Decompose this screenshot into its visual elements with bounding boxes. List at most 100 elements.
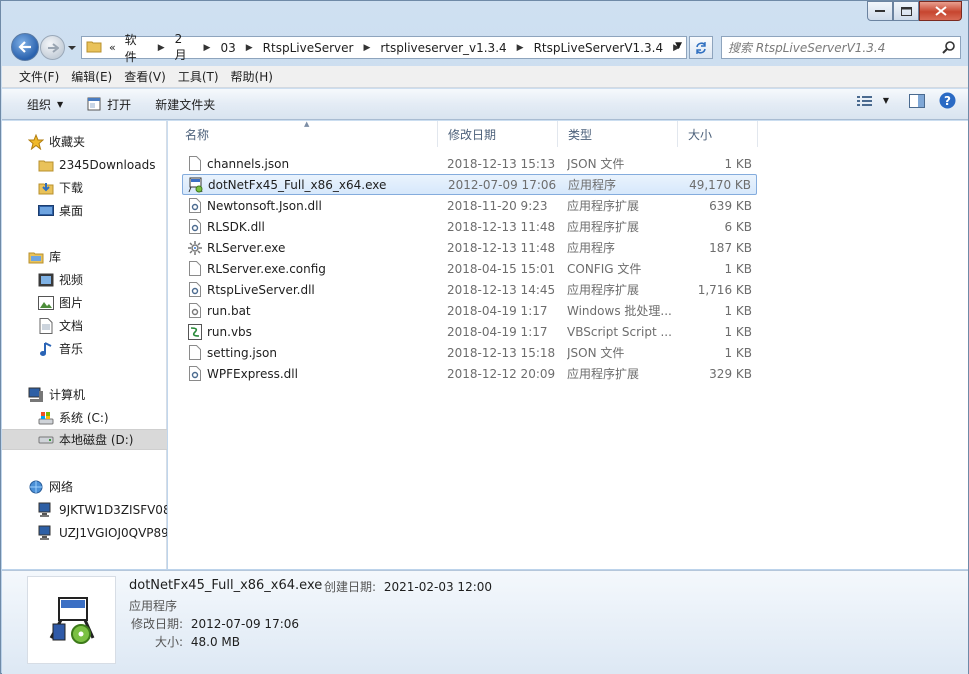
column-header-date[interactable]: 修改日期: [438, 121, 558, 147]
menu-edit[interactable]: 编辑(E): [66, 68, 117, 85]
title-bar[interactable]: [1, 1, 968, 29]
recent-pages-button[interactable]: [67, 42, 77, 52]
column-header-type[interactable]: 类型: [558, 121, 678, 147]
nav-item-local-disk-d[interactable]: 本地磁盘 (D:): [2, 429, 167, 450]
nav-item-system-c[interactable]: 系统 (C:): [2, 407, 167, 428]
open-button[interactable]: 打开: [80, 92, 138, 116]
nav-item-videos[interactable]: 视频: [2, 269, 167, 290]
system-drive-icon: [38, 410, 54, 426]
file-row[interactable]: Newtonsoft.Json.dll 2018-11-20 9:23 应用程序…: [182, 195, 757, 216]
nav-item-desktop[interactable]: 桌面: [2, 200, 167, 221]
file-row[interactable]: RtspLiveServer.dll 2018-12-13 14:45 应用程序…: [182, 279, 757, 300]
maximize-button[interactable]: [893, 1, 919, 21]
preview-pane-button[interactable]: [909, 93, 925, 108]
organize-label: 组织: [27, 97, 52, 112]
open-icon: [87, 97, 101, 111]
breadcrumb-item[interactable]: 软件: [121, 31, 152, 65]
network-computer-icon: [38, 525, 54, 541]
file-size: 1 KB: [724, 345, 752, 360]
menu-view[interactable]: 查看(V): [119, 68, 171, 85]
file-type: 应用程序: [567, 241, 616, 255]
column-label: 大小: [688, 127, 713, 142]
file-type: 应用程序扩展: [567, 283, 640, 297]
nav-label: 图片: [59, 296, 84, 310]
folder-icon: [86, 39, 104, 56]
file-type: 应用程序扩展: [567, 220, 640, 234]
file-name: dotNetFx45_Full_x86_x64.exe: [208, 177, 387, 192]
file-row[interactable]: WPFExpress.dll 2018-12-12 20:09 应用程序扩展 3…: [182, 363, 757, 384]
nav-label: 桌面: [59, 204, 84, 218]
address-bar[interactable]: « 软件 ▶ 2月 ▶ 03 ▶ RtspLiveServer ▶ rtsplivese…: [81, 32, 687, 64]
file-row[interactable]: run.bat 2018-04-19 1:17 Windows 批处理... 1…: [182, 300, 757, 321]
nav-item-pictures[interactable]: 图片: [2, 292, 167, 313]
pictures-icon: [38, 295, 54, 311]
address-dropdown-icon[interactable]: ▼: [675, 41, 682, 51]
installer-icon: [188, 177, 204, 193]
file-row[interactable]: run.vbs 2018-04-19 1:17 VBScript Script …: [182, 321, 757, 342]
close-button[interactable]: [919, 1, 962, 21]
breadcrumb-separator-icon[interactable]: ▶: [357, 43, 376, 53]
nav-item-documents[interactable]: 文档: [2, 315, 167, 336]
file-date: 2018-12-12 20:09: [447, 366, 556, 381]
nav-item-2345downloads[interactable]: 2345Downloads: [2, 154, 167, 175]
nav-computer[interactable]: 计算机: [2, 384, 167, 405]
file-type: 应用程序: [568, 178, 617, 192]
help-button[interactable]: ?: [939, 92, 956, 109]
menu-file[interactable]: 文件(F): [14, 68, 64, 85]
nav-label: 音乐: [59, 342, 84, 356]
change-view-button[interactable]: ▼: [856, 95, 889, 107]
breadcrumb-overflow[interactable]: «: [104, 41, 121, 54]
nav-item-music[interactable]: 音乐: [2, 338, 167, 359]
file-size: 49,170 KB: [689, 177, 751, 192]
breadcrumb-item[interactable]: 03: [216, 41, 239, 55]
documents-icon: [38, 317, 54, 334]
column-header-size[interactable]: 大小: [678, 121, 758, 147]
file-row[interactable]: setting.json 2018-12-13 15:18 JSON 文件 1 …: [182, 342, 757, 363]
nav-network[interactable]: 网络: [2, 476, 167, 497]
breadcrumb-item[interactable]: rtspliveserver_v1.3.4: [376, 41, 510, 55]
refresh-button[interactable]: [689, 36, 713, 59]
menu-tools[interactable]: 工具(T): [173, 68, 224, 85]
back-button[interactable]: [11, 33, 39, 61]
details-created-label: 创建日期:: [324, 580, 377, 594]
column-header-name[interactable]: ▲ 名称: [168, 120, 438, 147]
minimize-button[interactable]: [867, 1, 893, 21]
menu-help[interactable]: 帮助(H): [226, 68, 278, 85]
file-row[interactable]: RLSDK.dll 2018-12-13 11:48 应用程序扩展 6 KB: [182, 216, 757, 237]
breadcrumb-item[interactable]: RtspLiveServer: [259, 41, 358, 55]
nav-item-network-computer[interactable]: UZJ1VGIOJ0QVP89: [2, 522, 167, 543]
star-icon: [28, 133, 44, 150]
blank-file-icon: [187, 345, 203, 361]
nav-label: 下载: [59, 181, 84, 195]
nav-item-network-computer[interactable]: 9JKTW1D3ZISFV08: [2, 499, 167, 520]
breadcrumb-separator-icon[interactable]: ▶: [152, 43, 171, 53]
organize-button[interactable]: 组织 ▼: [20, 92, 70, 116]
dll-icon: [187, 282, 203, 298]
forward-button[interactable]: [40, 35, 65, 60]
file-date: 2018-04-19 1:17: [447, 324, 548, 339]
file-name: channels.json: [207, 156, 290, 171]
file-size: 1,716 KB: [697, 282, 752, 297]
breadcrumb-item[interactable]: RtspLiveServerV1.3.4: [530, 41, 668, 55]
breadcrumb-item[interactable]: 2月: [171, 32, 198, 63]
chevron-down-icon[interactable]: ▼: [883, 96, 889, 105]
file-date: 2018-12-13 15:13: [447, 156, 556, 171]
search-input[interactable]: 搜索 RtspLiveServerV1.3.4: [721, 36, 961, 59]
nav-item-downloads[interactable]: 下载: [2, 177, 167, 198]
breadcrumb-separator-icon[interactable]: ▶: [240, 43, 259, 53]
file-row[interactable]: channels.json 2018-12-13 15:13 JSON 文件 1…: [182, 153, 757, 174]
chevron-down-icon: ▼: [57, 99, 64, 109]
column-label: 类型: [568, 127, 593, 142]
nav-libraries[interactable]: 库: [2, 246, 167, 267]
breadcrumb-separator-icon[interactable]: ▶: [511, 43, 530, 53]
computer-icon: [28, 387, 44, 403]
installer-icon: [49, 597, 94, 644]
file-row-selected[interactable]: dotNetFx45_Full_x86_x64.exe 2012-07-09 1…: [182, 174, 757, 195]
dll-icon: [187, 366, 203, 382]
file-row[interactable]: RLServer.exe.config 2018-04-15 15:01 CON…: [182, 258, 757, 279]
new-folder-button[interactable]: 新建文件夹: [148, 92, 222, 116]
breadcrumb-separator-icon[interactable]: ▶: [198, 43, 217, 53]
file-type: JSON 文件: [567, 157, 625, 171]
file-row[interactable]: RLServer.exe 2018-12-13 11:48 应用程序 187 K…: [182, 237, 757, 258]
nav-favorites[interactable]: 收藏夹: [2, 131, 167, 152]
